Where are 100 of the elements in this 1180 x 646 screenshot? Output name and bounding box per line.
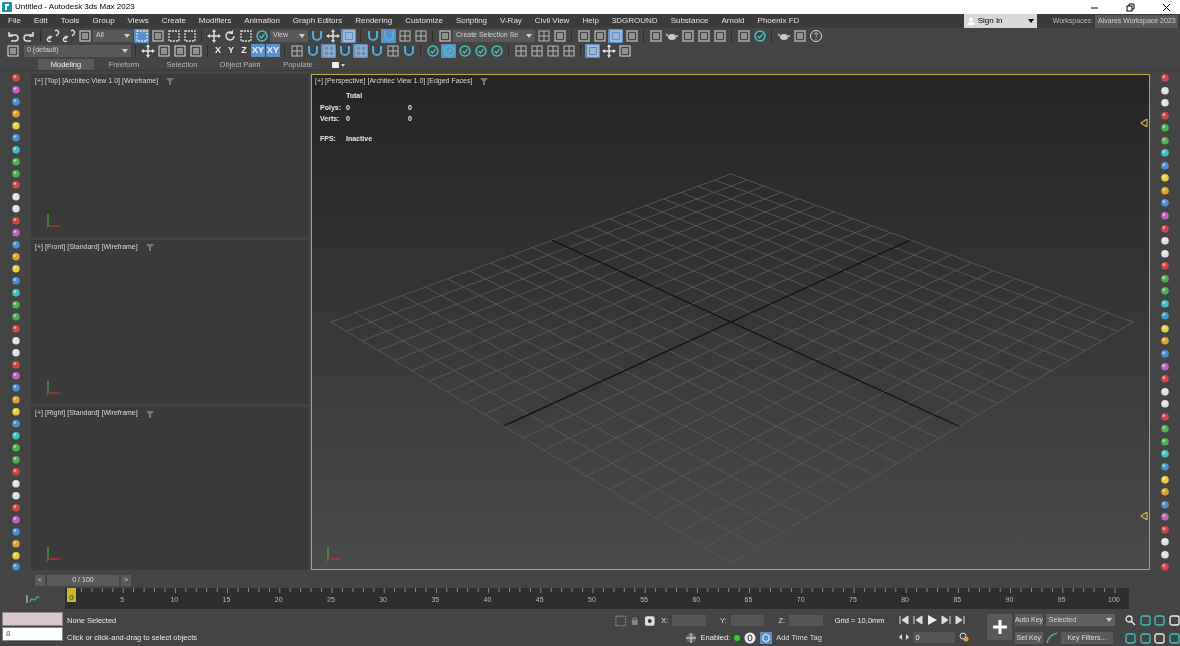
tool-icon[interactable] bbox=[10, 96, 21, 107]
tool-icon[interactable] bbox=[10, 168, 21, 178]
menu-item[interactable]: Graph Editors bbox=[292, 15, 343, 27]
tool-icon[interactable] bbox=[10, 502, 21, 513]
tool-icon[interactable] bbox=[10, 407, 21, 417]
filter-icon[interactable] bbox=[145, 243, 154, 252]
menu-item[interactable]: Views bbox=[127, 15, 149, 27]
tool-icon[interactable] bbox=[1160, 524, 1170, 535]
tool-icon[interactable] bbox=[10, 538, 21, 548]
tool-icon[interactable] bbox=[10, 371, 21, 381]
tool-icon[interactable] bbox=[1160, 198, 1170, 208]
tool-icon[interactable] bbox=[10, 335, 21, 345]
menu-item[interactable]: Animation bbox=[244, 15, 280, 27]
tool-icon[interactable] bbox=[10, 359, 21, 369]
tool-icon[interactable] bbox=[1160, 424, 1170, 434]
modeling-tool-icon[interactable] bbox=[353, 43, 368, 58]
modeling-tool-icon[interactable] bbox=[385, 43, 400, 58]
modeling-tool-icon[interactable] bbox=[337, 43, 352, 58]
tool-icon[interactable] bbox=[10, 419, 21, 429]
close-icon[interactable] bbox=[1162, 2, 1171, 12]
filter-icon[interactable] bbox=[166, 77, 175, 85]
menu-item[interactable]: Edit bbox=[33, 15, 48, 27]
menu-item[interactable]: Customize bbox=[405, 15, 443, 27]
tool-icon[interactable] bbox=[1160, 449, 1170, 459]
tool-icon[interactable] bbox=[10, 132, 21, 143]
tool-icon[interactable] bbox=[10, 395, 21, 405]
circle-tool-icon[interactable] bbox=[457, 43, 472, 58]
tool-icon[interactable] bbox=[1160, 487, 1170, 497]
tool-icon[interactable] bbox=[1160, 399, 1170, 409]
set-keys-button[interactable] bbox=[987, 614, 1012, 640]
tool-icon[interactable] bbox=[10, 275, 21, 286]
tool-icon[interactable] bbox=[10, 443, 21, 453]
tool-icon[interactable] bbox=[1160, 160, 1170, 171]
menu-item[interactable]: Group bbox=[92, 15, 115, 27]
tool-icon[interactable] bbox=[601, 43, 616, 58]
tool-icon[interactable] bbox=[1160, 185, 1170, 196]
tool-icon[interactable] bbox=[10, 323, 21, 334]
menu-item[interactable]: Civil View bbox=[534, 15, 570, 27]
menu-item[interactable]: Help bbox=[582, 15, 599, 27]
tool-icon[interactable] bbox=[10, 431, 21, 441]
tool-icon[interactable] bbox=[1160, 98, 1170, 108]
tool-icon[interactable] bbox=[1160, 286, 1170, 296]
modeling-tool-icon[interactable] bbox=[305, 43, 320, 58]
axis-constraint-button[interactable]: Z bbox=[238, 44, 250, 57]
tool-icon[interactable] bbox=[10, 216, 21, 226]
tool-icon[interactable] bbox=[1160, 311, 1170, 321]
tool-icon[interactable] bbox=[10, 144, 21, 154]
go-to-start-icon[interactable] bbox=[898, 615, 909, 626]
modeling-tool-icon[interactable] bbox=[401, 43, 416, 58]
tool-icon[interactable] bbox=[10, 73, 21, 83]
circle-tool-icon[interactable] bbox=[473, 43, 488, 58]
modeling-tool-icon[interactable] bbox=[369, 43, 384, 58]
menu-item[interactable]: Substance bbox=[670, 15, 709, 27]
tool-icon[interactable] bbox=[10, 562, 21, 572]
menu-item[interactable]: 3DGROUND bbox=[611, 15, 658, 27]
axis-constraint-button[interactable]: Y bbox=[225, 44, 237, 57]
key-tangent-icon[interactable] bbox=[1045, 632, 1058, 644]
curve-editor-icon[interactable] bbox=[25, 593, 40, 604]
menu-item[interactable]: Rendering bbox=[355, 15, 393, 27]
menu-item[interactable]: File bbox=[8, 15, 21, 27]
go-to-end-icon[interactable] bbox=[954, 615, 965, 626]
tool-icon[interactable] bbox=[1160, 374, 1170, 384]
tool-icon[interactable] bbox=[545, 43, 560, 58]
tool-icon[interactable] bbox=[10, 252, 21, 262]
tool-icon[interactable] bbox=[10, 311, 21, 322]
menu-item[interactable]: Phoenix FD bbox=[757, 15, 800, 27]
tool-icon[interactable] bbox=[10, 108, 21, 119]
sign-in-button[interactable]: Sign In bbox=[963, 14, 1037, 28]
menu-item[interactable]: Arnold bbox=[721, 15, 745, 27]
tool-icon[interactable] bbox=[10, 514, 21, 525]
menu-item[interactable]: V-Ray bbox=[500, 15, 522, 27]
rectangle-selection-icon[interactable] bbox=[166, 28, 181, 43]
rotate-icon[interactable] bbox=[222, 28, 237, 43]
enabled-indicator[interactable] bbox=[734, 634, 741, 641]
tool-icon[interactable] bbox=[1160, 461, 1170, 472]
help-icon[interactable] bbox=[808, 28, 823, 43]
tool-icon[interactable] bbox=[1160, 323, 1170, 334]
tool-icon[interactable] bbox=[1160, 537, 1170, 547]
tool-icon[interactable] bbox=[10, 455, 21, 465]
tool-icon[interactable] bbox=[10, 526, 21, 536]
tool-icon[interactable] bbox=[1160, 436, 1170, 447]
tool-icon[interactable] bbox=[1160, 211, 1170, 221]
tool-icon[interactable] bbox=[10, 490, 21, 501]
check-icon[interactable] bbox=[752, 28, 767, 43]
circle-tool-icon[interactable] bbox=[441, 43, 456, 58]
selection-lock-icon[interactable] bbox=[614, 614, 627, 627]
tool-icon[interactable] bbox=[1160, 336, 1170, 347]
tool-icon[interactable] bbox=[561, 43, 576, 58]
window-crossing-icon[interactable] bbox=[182, 28, 197, 43]
tool-icon[interactable] bbox=[1160, 73, 1170, 83]
tool-icon[interactable] bbox=[1160, 298, 1170, 309]
tool-icon[interactable] bbox=[10, 228, 21, 238]
menu-item[interactable]: Modifiers bbox=[198, 15, 232, 27]
time-config-icon[interactable] bbox=[898, 633, 909, 642]
tool-icon[interactable] bbox=[10, 180, 21, 190]
tool-icon[interactable] bbox=[529, 43, 544, 58]
tool-icon[interactable] bbox=[1160, 499, 1170, 510]
tool-icon[interactable] bbox=[10, 264, 21, 274]
previous-frame-icon[interactable] bbox=[912, 615, 923, 626]
tool-icon[interactable] bbox=[585, 43, 600, 58]
